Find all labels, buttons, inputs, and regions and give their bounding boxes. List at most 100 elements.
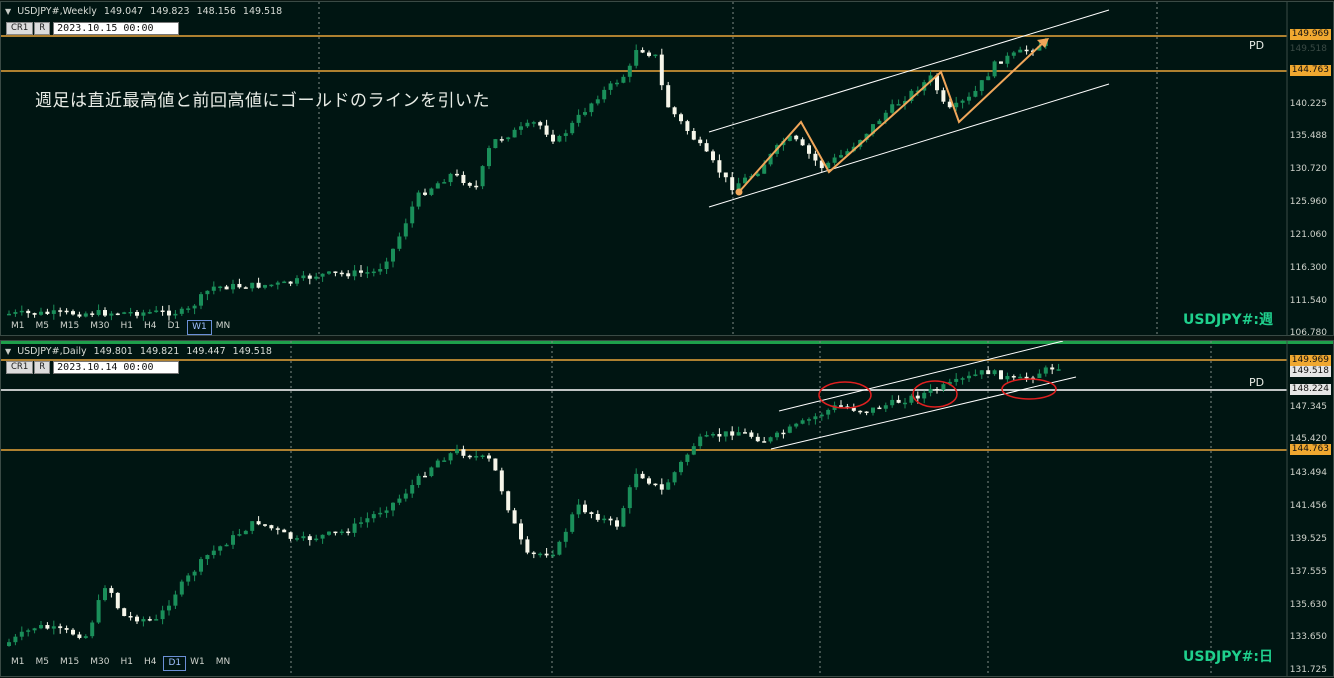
tf-mn[interactable]: MN xyxy=(212,656,238,669)
candle-body xyxy=(128,616,133,618)
tf-d1[interactable]: D1 xyxy=(163,656,187,671)
candle-body xyxy=(301,275,306,279)
price-tick: 145.420 xyxy=(1289,434,1327,444)
tf-d1[interactable]: D1 xyxy=(163,320,187,333)
candle-body xyxy=(973,374,978,376)
candle-body xyxy=(704,143,709,152)
candle-body xyxy=(807,145,811,154)
tf-m5[interactable]: M5 xyxy=(32,656,57,669)
daily-low: 149.447 xyxy=(186,346,226,357)
candle-body xyxy=(186,575,191,582)
candle-body xyxy=(192,571,197,576)
candle-body xyxy=(602,89,607,100)
candle-body xyxy=(1050,367,1055,370)
candle-body xyxy=(109,313,114,316)
daily-symbol: USDJPY#,Daily xyxy=(17,346,87,357)
candle-body xyxy=(653,483,658,486)
candle-body xyxy=(698,436,703,447)
daily-close: 149.518 xyxy=(232,346,272,357)
tf-h1[interactable]: H1 xyxy=(116,656,140,669)
candle-body xyxy=(1056,369,1061,371)
candle-body xyxy=(583,112,587,115)
tf-m1[interactable]: M1 xyxy=(7,656,32,669)
tf-h1[interactable]: H1 xyxy=(116,320,140,333)
pd-label: PD xyxy=(1249,376,1265,389)
candle-body xyxy=(32,628,37,631)
candle-body xyxy=(231,535,235,545)
candle-body xyxy=(282,529,287,533)
candle-body xyxy=(570,122,575,134)
candle-body xyxy=(819,414,824,417)
candle-body xyxy=(64,628,69,630)
collapse-triangle-icon[interactable]: ▼ xyxy=(5,7,11,16)
candle-body xyxy=(506,137,511,140)
candle-body xyxy=(474,185,479,188)
tf-mn[interactable]: MN xyxy=(212,320,238,333)
cr1-button[interactable]: CR1 xyxy=(6,22,34,35)
candle-body xyxy=(352,523,357,533)
candle-body xyxy=(109,588,114,593)
candle-body xyxy=(1005,55,1010,64)
cr1-button[interactable]: CR1 xyxy=(6,361,34,374)
date-input[interactable]: 2023.10.15 00:00 xyxy=(53,22,180,35)
candle-body xyxy=(359,270,363,273)
r-button[interactable]: R xyxy=(34,22,51,35)
candle-body xyxy=(595,99,600,104)
hidden-tick: 149.518 xyxy=(1289,44,1327,54)
candle-body xyxy=(346,273,351,277)
daily-plot-area[interactable] xyxy=(1,341,1334,677)
channel-line-lower xyxy=(708,83,1110,208)
candle-body xyxy=(269,525,274,529)
tf-m1[interactable]: M1 xyxy=(7,320,32,333)
candle-body xyxy=(730,177,735,191)
candle-body xyxy=(13,312,18,314)
weekly-plot-area[interactable] xyxy=(1,2,1334,336)
price-tick: 131.725 xyxy=(1289,665,1327,675)
tf-h4[interactable]: H4 xyxy=(140,320,164,333)
candle-body xyxy=(160,310,165,312)
candle-body xyxy=(1024,376,1029,379)
tf-h4[interactable]: H4 xyxy=(140,656,164,669)
candle-body xyxy=(96,600,101,623)
candle-body xyxy=(103,588,107,601)
price-tick: 147.345 xyxy=(1289,402,1327,412)
tf-m15[interactable]: M15 xyxy=(56,320,86,333)
candle-body xyxy=(461,449,466,456)
candle-body xyxy=(711,151,715,161)
candle-body xyxy=(986,76,991,81)
tf-m15[interactable]: M15 xyxy=(56,656,86,669)
collapse-triangle-icon[interactable]: ▼ xyxy=(5,347,11,356)
candle-body xyxy=(307,275,312,279)
candle-body xyxy=(327,271,331,274)
candle-body xyxy=(883,405,888,409)
candle-body xyxy=(173,594,178,606)
candle-body xyxy=(77,634,82,638)
candle-body xyxy=(26,310,31,314)
gold-price-tag: 149.969 xyxy=(1289,355,1331,366)
candle-body xyxy=(455,173,459,176)
candle-body xyxy=(218,546,223,551)
tf-m5[interactable]: M5 xyxy=(32,320,57,333)
candle-body xyxy=(442,460,447,462)
price-tick: 125.960 xyxy=(1289,197,1327,207)
candle-body xyxy=(512,129,517,138)
weekly-chart-window[interactable]: ▼ USDJPY#,Weekly 149.047 149.823 148.156… xyxy=(0,1,1334,336)
candle-body xyxy=(877,407,882,410)
date-input[interactable]: 2023.10.14 00:00 xyxy=(53,361,180,374)
weekly-symbol-info: ▼ USDJPY#,Weekly 149.047 149.823 148.156… xyxy=(5,6,286,17)
tf-w1[interactable]: W1 xyxy=(186,656,212,669)
tf-m30[interactable]: M30 xyxy=(86,320,116,333)
daily-chart-window[interactable]: ▼ USDJPY#,Daily 149.801 149.821 149.447 … xyxy=(0,340,1334,677)
price-tick: 133.650 xyxy=(1289,632,1327,642)
candle-body xyxy=(218,286,223,289)
candle-body xyxy=(384,510,389,513)
candle-body xyxy=(211,550,216,556)
candle-body xyxy=(467,455,472,458)
gold-price-tag: 144.763 xyxy=(1289,444,1331,455)
r-button[interactable]: R xyxy=(34,361,51,374)
daily-symbol-info: ▼ USDJPY#,Daily 149.801 149.821 149.447 … xyxy=(5,346,276,357)
tf-w1[interactable]: W1 xyxy=(187,320,212,335)
daily-open: 149.801 xyxy=(93,346,133,357)
tf-m30[interactable]: M30 xyxy=(86,656,116,669)
candle-body xyxy=(499,470,504,492)
